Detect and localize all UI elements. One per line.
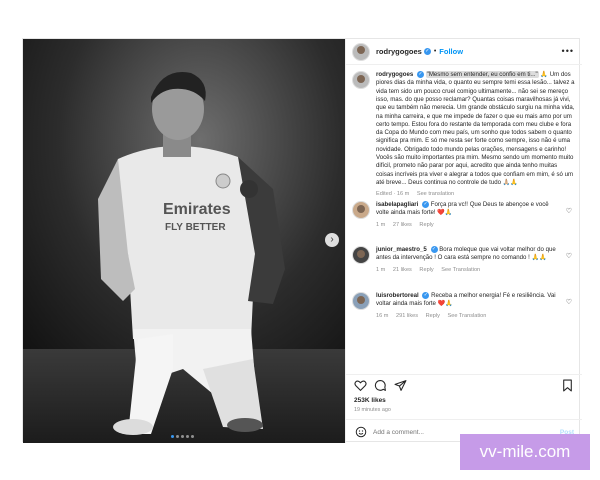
avatar[interactable] [352,71,370,89]
post-header: rodrygogoes ✓ • Follow ••• [346,39,582,65]
post-caption: rodrygogoes ✓ "Mesmo sem entender, eu co… [352,71,576,199]
likes-count[interactable]: 253K likes [354,397,386,404]
comment-item: isabelapagliari ✓ Força pra vc!! Que Deu… [352,201,576,229]
comment-time: 16 m [376,312,389,319]
comments-scroll-area[interactable]: rodrygogoes ✓ "Mesmo sem entender, eu co… [346,66,582,374]
verified-icon: ✓ [423,48,431,55]
carousel-dot [191,435,194,438]
comment-meta: 16 m 291 likes Reply See Translation [376,312,562,320]
caption-edited: Edited · 16 m [376,191,410,198]
comment-username[interactable]: luisrobertoreal [376,292,419,299]
follow-button[interactable]: Follow [439,47,463,56]
comment-username[interactable]: junior_maestro_5 [376,246,427,253]
verified-icon: ✓ [416,71,424,78]
comment-icon[interactable] [374,379,387,392]
comment-likes[interactable]: 27 likes [393,222,412,228]
comment-item: junior_maestro_5 ✓ Bora moleque que vai … [352,246,576,274]
caption-emoji: 🙏 [540,71,548,79]
post-username[interactable]: rodrygogoes [376,47,422,56]
reply-link[interactable]: Reply [426,313,440,319]
page: Emirates FLY BETTER › rodrygogoes ✓ • Fo… [0,0,600,480]
avatar[interactable] [352,42,370,61]
see-translation-link[interactable]: See Translation [441,267,480,273]
like-comment-icon[interactable]: ♡ [566,252,572,260]
next-photo-button[interactable]: › [325,233,339,247]
share-icon[interactable] [394,379,407,392]
comment-likes[interactable]: 21 likes [393,267,412,273]
verified-icon: ✓ [422,201,430,208]
caption-username[interactable]: rodrygogoes [376,71,413,78]
carousel-dot [176,435,179,438]
post-photo[interactable]: Emirates FLY BETTER › [23,39,345,443]
carousel-dot [181,435,184,438]
comment-likes[interactable]: 291 likes [396,313,418,319]
verified-icon: ✓ [430,246,438,253]
comment-item: luisrobertoreal ✓ Receba a melhor energi… [352,292,576,320]
avatar[interactable] [352,201,370,219]
verified-icon: ✓ [422,292,430,299]
caption-highlight: "Mesmo sem entender, eu confio em ti..." [425,71,539,79]
svg-text:Emirates: Emirates [163,201,231,218]
bookmark-icon[interactable] [561,379,574,392]
like-comment-icon[interactable]: ♡ [566,207,572,215]
comment-meta: 1 m 21 likes Reply See Translation [376,266,562,274]
reply-link[interactable]: Reply [419,267,433,273]
more-options-icon[interactable]: ••• [562,46,574,56]
carousel-dot [171,435,174,438]
see-translation-link[interactable]: See translation [417,191,454,197]
comment-username[interactable]: isabelapagliari [376,201,418,208]
avatar[interactable] [352,246,370,264]
see-translation-link[interactable]: See Translation [448,313,487,319]
comment-time: 1 m [376,221,386,228]
like-comment-icon[interactable]: ♡ [566,298,572,306]
comment-meta: 1 m 27 likes Reply [376,221,562,229]
comment-time: 1 m [376,266,386,273]
reply-link[interactable]: Reply [419,222,433,228]
svg-text:FLY BETTER: FLY BETTER [165,222,226,233]
post-time: 19 minutes ago [354,407,391,413]
caption-body: Um dos piores dias da minha vida, o quan… [376,71,575,186]
caption-meta: Edited · 16 m See translation [376,190,576,198]
watermark: vv-mile.com [460,434,590,470]
player-image: Emirates FLY BETTER [23,39,345,443]
carousel-dots [171,435,194,438]
instagram-post: Emirates FLY BETTER › rodrygogoes ✓ • Fo… [22,38,582,443]
avatar[interactable] [352,292,370,310]
post-actions: 253K likes 19 minutes ago Post [346,374,582,443]
heart-icon[interactable] [354,379,367,392]
post-side-panel: rodrygogoes ✓ • Follow ••• rodrygogoes ✓… [345,39,582,443]
carousel-dot [186,435,189,438]
separator: • [433,48,437,55]
emoji-icon[interactable] [354,426,367,439]
